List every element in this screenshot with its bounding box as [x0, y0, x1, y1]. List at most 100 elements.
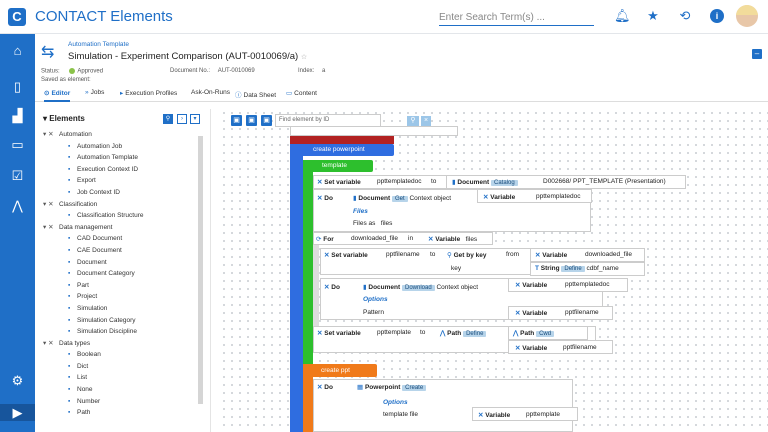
tree-item[interactable]: ▪ CAD Document [43, 233, 198, 245]
save-icon[interactable]: ▣ [231, 115, 242, 126]
bell-icon[interactable]: 🔔︎ [614, 9, 631, 23]
tree-item[interactable]: ▪ Job Context ID [43, 187, 198, 199]
saved-label: Saved as element: [41, 77, 91, 83]
to-label-3: to [420, 329, 426, 336]
home-icon[interactable]: ⌂ [9, 42, 26, 59]
breadcrumb[interactable]: Automation Template [68, 41, 129, 48]
create-chip[interactable]: Create [402, 385, 427, 391]
variable-value-5: pptfilename [565, 309, 599, 316]
tree-group[interactable]: ▾ ✕ Automation [43, 129, 198, 141]
partial-block[interactable] [290, 126, 458, 136]
pulse-icon[interactable]: ⋀ [9, 197, 26, 214]
download-chip[interactable]: Download [401, 285, 435, 291]
tree-item[interactable]: ▪ Classification Structure [43, 210, 198, 222]
red-block[interactable] [290, 136, 394, 144]
files-heading: Files [353, 208, 368, 215]
app-title[interactable]: CONTACT Elements [35, 8, 173, 25]
element-icon: ▪ [68, 386, 71, 394]
template-file-label: template file [383, 411, 419, 418]
tree-item[interactable]: ▪ Dict [43, 361, 198, 373]
info-icon[interactable]: i [710, 9, 724, 23]
do-powerpoint-block[interactable] [313, 379, 573, 432]
var-name-ppttemplatedoc: ppttemplatedoc [377, 178, 422, 185]
tree-item[interactable]: ▪ Number [43, 396, 198, 408]
window-icon[interactable]: ▭ [9, 136, 26, 153]
tree-item[interactable]: ▪ List [43, 372, 198, 384]
tree-item[interactable]: ▪ Path [43, 407, 198, 419]
tab-execution-profiles[interactable]: ▸ Execution Profiles [120, 89, 177, 97]
tree-item[interactable]: ▪ Simulation Category [43, 315, 198, 327]
for-var: downloaded_file [351, 235, 398, 242]
element-icon: ▪ [68, 328, 71, 336]
tree-item[interactable]: ▪ Project [43, 291, 198, 303]
panel-splitter[interactable] [210, 109, 211, 432]
tree-label: Simulation [77, 304, 108, 312]
options-heading: Options [363, 296, 388, 303]
tab-jobs[interactable]: » Jobs [85, 89, 104, 96]
for-loop-bar [313, 232, 319, 336]
document-label: Document [457, 179, 490, 186]
tree-item[interactable]: ▪ CAE Document [43, 245, 198, 257]
search-icon[interactable]: ⚲ [163, 114, 173, 124]
tree-item[interactable]: ▪ Document [43, 257, 198, 269]
document-icon[interactable]: ▯ [9, 78, 26, 95]
tab-editor[interactable]: ⊙ Editor [44, 89, 71, 102]
dropdown-icon[interactable]: ▾ [190, 114, 200, 124]
expand-icon[interactable]: ▶ [0, 404, 35, 421]
tree-group[interactable]: ▾ ✕ Data types [43, 338, 198, 350]
tree-item[interactable]: ▪ Export [43, 175, 198, 187]
for-iter-value: files [465, 236, 478, 243]
define-chip[interactable]: Define [561, 266, 585, 272]
document-label-3: Document [368, 284, 401, 291]
tree-item[interactable]: ▪ Execution Context ID [43, 164, 198, 176]
get-chip[interactable]: Get [391, 196, 408, 202]
tree-item[interactable]: ▪ Automation Template [43, 152, 198, 164]
variable-value-6: pptfilename [563, 344, 597, 351]
catalog-chip[interactable]: Catalog [490, 180, 518, 186]
variable-value-7: ppttemplate [526, 411, 560, 418]
tab-ask-on-runs[interactable]: Ask-On-Runs [191, 89, 230, 96]
find-search-icon[interactable]: ⚲ [407, 116, 419, 126]
collapse-button[interactable]: – [752, 49, 762, 59]
export-icon[interactable]: ▣ [261, 115, 272, 126]
find-clear-icon[interactable]: × [421, 116, 431, 126]
favorite-star-icon[interactable]: ☆ [301, 54, 307, 61]
template-container-bar[interactable] [303, 160, 313, 364]
parts-icon[interactable]: ▟ [9, 107, 26, 124]
editor-canvas[interactable]: ▣ ▣ ▣ Find element by ID ⚲ × create powe… [220, 109, 768, 432]
checkbox-icon[interactable]: ☑ [9, 167, 26, 184]
app-logo[interactable]: C [8, 8, 26, 26]
cwd-chip[interactable]: Cwd [536, 331, 555, 337]
create-powerpoint-label: create powerpoint [313, 146, 365, 153]
tab-data-sheet[interactable]: ⓘ Data Sheet [235, 89, 276, 99]
tree-item[interactable]: ▪ Part [43, 280, 198, 292]
tree-item[interactable]: ▪ Document Category [43, 268, 198, 280]
next-icon[interactable]: › [177, 114, 187, 124]
blue-container-bar[interactable] [290, 144, 303, 432]
history-icon[interactable]: ⟲ [678, 9, 692, 23]
element-icon: ▪ [68, 409, 71, 417]
settings-icon[interactable]: ⚙ [9, 372, 26, 389]
tree-label: Simulation Discipline [77, 328, 137, 336]
collapse-icon: ▾ ✕ [43, 223, 54, 231]
to-label-2: to [430, 251, 436, 258]
switch-icon[interactable]: ⇆ [41, 42, 61, 62]
files-as-label: Files as [353, 220, 376, 227]
avatar[interactable] [736, 5, 758, 27]
tree-item[interactable]: ▪ Simulation [43, 303, 198, 315]
save-as-icon[interactable]: ▣ [246, 115, 257, 126]
define-chip-2[interactable]: Define [463, 331, 487, 337]
search-input[interactable]: Enter Search Term(s) ... [439, 9, 594, 26]
tree-item[interactable]: ▪ Automation Job [43, 141, 198, 153]
tab-content[interactable]: ▭ Content [286, 89, 317, 97]
find-placeholder: Find element by ID [279, 117, 330, 123]
tree-scrollbar[interactable] [198, 136, 203, 404]
tree-item[interactable]: ▪ None [43, 384, 198, 396]
star-icon[interactable]: ★ [646, 9, 660, 23]
tree-item[interactable]: ▪ Simulation Discipline [43, 326, 198, 338]
tree-group[interactable]: ▾ ✕ Classification [43, 199, 198, 211]
tree-group[interactable]: ▾ ✕ Data management [43, 222, 198, 234]
elements-title[interactable]: ▾ Elements [43, 114, 85, 123]
string-label: String [540, 265, 560, 272]
tree-item[interactable]: ▪ Boolean [43, 349, 198, 361]
